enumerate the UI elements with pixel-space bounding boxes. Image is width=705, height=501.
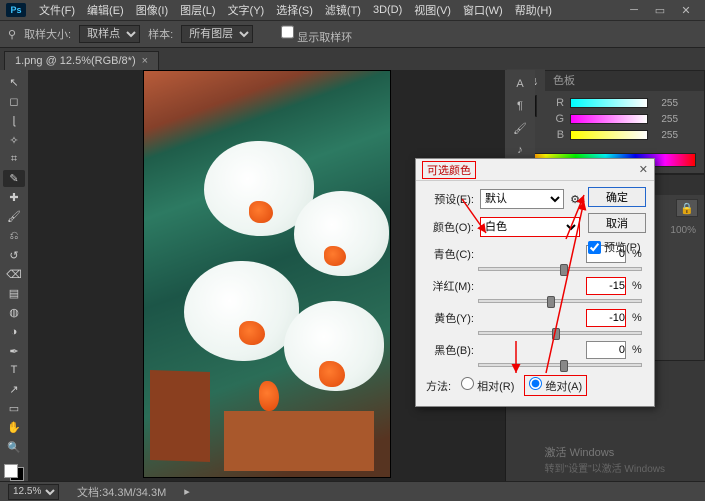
healing-tool-icon[interactable]: ✚ bbox=[3, 189, 25, 206]
close-icon[interactable]: × bbox=[142, 55, 148, 67]
gradient-tool-icon[interactable]: ▤ bbox=[3, 285, 25, 302]
method-relative-radio[interactable]: 相对(R) bbox=[461, 377, 514, 394]
app-logo: Ps bbox=[6, 3, 26, 17]
watermark-line2: 转到"设置"以激活 Windows bbox=[545, 460, 665, 475]
b-slider[interactable] bbox=[570, 130, 648, 140]
magenta-label: 洋红(M): bbox=[426, 278, 474, 294]
brush-tool-icon[interactable]: 🖌 bbox=[3, 208, 25, 225]
stamp-tool-icon[interactable]: ⎌ bbox=[3, 228, 25, 245]
cancel-button[interactable]: 取消 bbox=[588, 213, 646, 233]
shape-tool-icon[interactable]: ▭ bbox=[3, 400, 25, 417]
sample-label: 样本: bbox=[148, 26, 173, 42]
b-value[interactable]: 255 bbox=[654, 130, 678, 141]
preview-checkbox[interactable]: 预览(P) bbox=[588, 239, 646, 255]
preset-menu-icon[interactable]: ⚙ bbox=[570, 193, 580, 206]
character-panel-icon[interactable]: A bbox=[511, 76, 529, 92]
menu-type[interactable]: 文字(Y) bbox=[223, 0, 270, 20]
color-label: 颜色(O): bbox=[426, 219, 474, 235]
ok-button[interactable]: 确定 bbox=[588, 187, 646, 207]
menu-filter[interactable]: 滤镜(T) bbox=[320, 0, 366, 20]
fg-bg-swatch[interactable] bbox=[4, 464, 24, 481]
sample-size-label: 取样大小: bbox=[24, 26, 71, 42]
menu-edit[interactable]: 编辑(E) bbox=[82, 0, 129, 20]
yellow-label: 黄色(Y): bbox=[426, 310, 474, 326]
crop-tool-icon[interactable]: ⌗ bbox=[3, 151, 25, 168]
zoom-tool-icon[interactable]: 🔍 bbox=[3, 439, 25, 456]
magenta-input[interactable] bbox=[586, 277, 626, 295]
menu-help[interactable]: 帮助(H) bbox=[510, 0, 557, 20]
docinfo-label: 文档: bbox=[77, 487, 102, 499]
menu-window[interactable]: 窗口(W) bbox=[458, 0, 508, 20]
r-label: R bbox=[554, 97, 564, 109]
menu-3d[interactable]: 3D(D) bbox=[368, 2, 407, 18]
black-input[interactable] bbox=[586, 341, 626, 359]
tools-panel: ↖ ◻ ɭ ✧ ⌗ ✎ ✚ 🖌 ⎌ ↺ ⌫ ▤ ◍ ◑ ✒ T ↗ ▭ ✋ 🔍 bbox=[0, 70, 28, 481]
color-select[interactable]: 白色 bbox=[480, 217, 580, 237]
show-sampling-ring[interactable]: 显示取样环 bbox=[281, 23, 352, 45]
dialog-title: 可选颜色 bbox=[422, 161, 476, 179]
black-label: 黑色(B): bbox=[426, 342, 474, 358]
history-brush-tool-icon[interactable]: ↺ bbox=[3, 247, 25, 264]
type-tool-icon[interactable]: T bbox=[3, 362, 25, 379]
paragraph-panel-icon[interactable]: ¶ bbox=[511, 98, 529, 114]
blur-tool-icon[interactable]: ◍ bbox=[3, 304, 25, 321]
menu-select[interactable]: 选择(S) bbox=[271, 0, 318, 20]
docinfo-value: 34.3M/34.3M bbox=[102, 487, 166, 499]
windows-activation-watermark: 激活 Windows 转到"设置"以激活 Windows bbox=[545, 444, 665, 475]
options-bar: ⚲ 取样大小: 取样点 样本: 所有图层 显示取样环 bbox=[0, 20, 705, 48]
b-label: B bbox=[554, 129, 564, 141]
watermark-line1: 激活 Windows bbox=[545, 444, 665, 460]
menu-view[interactable]: 视图(V) bbox=[409, 0, 456, 20]
menu-file[interactable]: 文件(F) bbox=[34, 0, 80, 20]
dialog-titlebar[interactable]: 可选颜色 ✕ bbox=[416, 159, 654, 181]
method-absolute-radio[interactable]: 绝对(A) bbox=[529, 377, 582, 394]
lock-layer-icon[interactable]: 🔒 bbox=[676, 199, 698, 217]
sample-layers-select[interactable]: 所有图层 bbox=[181, 25, 253, 43]
eyedropper-tool-icon: ⚲ bbox=[8, 28, 16, 41]
cyan-slider[interactable] bbox=[478, 267, 642, 271]
magic-wand-tool-icon[interactable]: ✧ bbox=[3, 132, 25, 149]
marquee-tool-icon[interactable]: ◻ bbox=[3, 93, 25, 110]
window-minimize-icon[interactable]: ─ bbox=[621, 2, 647, 18]
preset-label: 预设(E): bbox=[426, 191, 474, 207]
magenta-slider[interactable] bbox=[478, 299, 642, 303]
clone-panel-icon[interactable]: ♪ bbox=[511, 142, 529, 158]
method-label: 方法: bbox=[426, 378, 451, 394]
document-canvas bbox=[143, 70, 391, 478]
move-tool-icon[interactable]: ↖ bbox=[3, 74, 25, 91]
lasso-tool-icon[interactable]: ɭ bbox=[3, 112, 25, 129]
menu-bar: Ps 文件(F) 编辑(E) 图像(I) 图层(L) 文字(Y) 选择(S) 滤… bbox=[0, 0, 705, 20]
menu-image[interactable]: 图像(I) bbox=[131, 0, 173, 20]
tab-swatches[interactable]: 色板 bbox=[545, 69, 583, 91]
black-slider[interactable] bbox=[478, 363, 642, 367]
menu-layer[interactable]: 图层(L) bbox=[175, 0, 220, 20]
brush-panel-icon[interactable]: 🖌 bbox=[511, 120, 529, 136]
preset-select[interactable]: 默认 bbox=[480, 189, 564, 209]
eraser-tool-icon[interactable]: ⌫ bbox=[3, 266, 25, 283]
status-flyout-icon[interactable]: ▸ bbox=[184, 485, 190, 498]
r-value[interactable]: 255 bbox=[654, 98, 678, 109]
document-tab-title: 1.png @ 12.5%(RGB/8*) bbox=[15, 55, 136, 67]
zoom-level[interactable]: 12.5% bbox=[8, 484, 59, 500]
eyedropper-tool-icon[interactable]: ✎ bbox=[3, 170, 25, 187]
yellow-slider[interactable] bbox=[478, 331, 642, 335]
window-close-icon[interactable]: ✕ bbox=[673, 2, 699, 18]
document-tab[interactable]: 1.png @ 12.5%(RGB/8*) × bbox=[4, 51, 159, 70]
g-label: G bbox=[554, 113, 564, 125]
dodge-tool-icon[interactable]: ◑ bbox=[3, 323, 25, 340]
yellow-input[interactable] bbox=[586, 309, 626, 327]
hand-tool-icon[interactable]: ✋ bbox=[3, 419, 25, 436]
sample-size-select[interactable]: 取样点 bbox=[79, 25, 140, 43]
window-restore-icon[interactable]: ▭ bbox=[647, 2, 673, 18]
g-slider[interactable] bbox=[570, 114, 648, 124]
path-select-tool-icon[interactable]: ↗ bbox=[3, 381, 25, 398]
r-slider[interactable] bbox=[570, 98, 648, 108]
cyan-label: 青色(C): bbox=[426, 246, 474, 262]
selective-color-dialog: 可选颜色 ✕ 确定 取消 预览(P) 预设(E): 默认 ⚙ 颜色(O): 白色… bbox=[415, 158, 655, 407]
dialog-close-icon[interactable]: ✕ bbox=[639, 163, 648, 176]
document-tab-bar: 1.png @ 12.5%(RGB/8*) × bbox=[0, 48, 705, 70]
pen-tool-icon[interactable]: ✒ bbox=[3, 343, 25, 360]
status-bar: 12.5% 文档:34.3M/34.3M ▸ bbox=[0, 481, 705, 501]
g-value[interactable]: 255 bbox=[654, 114, 678, 125]
